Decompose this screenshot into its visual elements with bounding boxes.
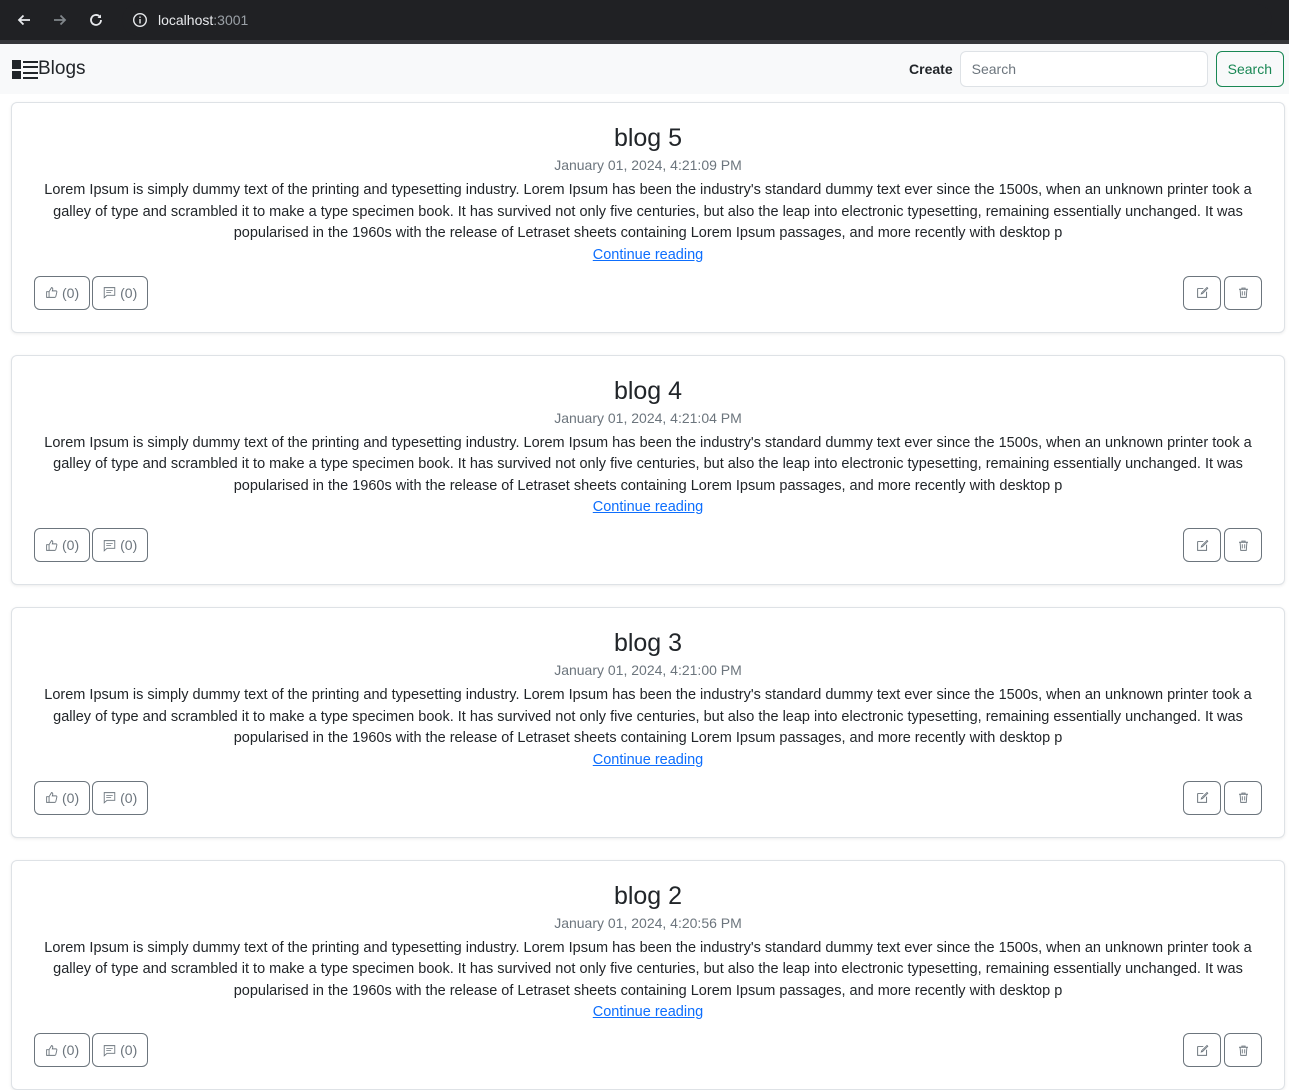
delete-button[interactable]: [1224, 276, 1262, 310]
reaction-buttons: (0) (0): [34, 1033, 148, 1067]
back-button[interactable]: [8, 4, 40, 36]
post-date: January 01, 2024, 4:21:09 PM: [34, 156, 1262, 174]
like-button[interactable]: (0): [34, 276, 90, 310]
comment-count: (0): [120, 285, 137, 301]
comment-count: (0): [120, 790, 137, 806]
edit-icon: [1196, 539, 1209, 552]
reaction-buttons: (0) (0): [34, 528, 148, 562]
post-card: blog 5 January 01, 2024, 4:21:09 PM Lore…: [11, 102, 1285, 333]
browser-toolbar: localhost:3001: [0, 0, 1289, 40]
reload-icon: [88, 12, 104, 28]
continue-reading-link[interactable]: Continue reading: [593, 750, 703, 770]
trash-icon: [1237, 539, 1250, 552]
reaction-buttons: (0) (0): [34, 276, 148, 310]
delete-button[interactable]: [1224, 528, 1262, 562]
reaction-buttons: (0) (0): [34, 781, 148, 815]
continue-reading-link[interactable]: Continue reading: [593, 245, 703, 265]
url-host: localhost: [158, 12, 213, 28]
edit-icon: [1196, 791, 1209, 804]
comment-button[interactable]: (0): [92, 781, 148, 815]
comment-button[interactable]: (0): [92, 528, 148, 562]
post-card: blog 4 January 01, 2024, 4:21:04 PM Lore…: [11, 355, 1285, 586]
like-button[interactable]: (0): [34, 1033, 90, 1067]
comment-count: (0): [120, 537, 137, 553]
post-excerpt: Lorem Ipsum is simply dummy text of the …: [34, 180, 1262, 245]
info-icon[interactable]: [132, 12, 148, 28]
forward-button[interactable]: [44, 4, 76, 36]
like-count: (0): [62, 790, 79, 806]
trash-icon: [1237, 286, 1250, 299]
edit-button[interactable]: [1183, 276, 1221, 310]
post-card: blog 3 January 01, 2024, 4:21:00 PM Lore…: [11, 607, 1285, 838]
edit-button[interactable]: [1183, 528, 1221, 562]
edit-icon: [1196, 1044, 1209, 1057]
thumbs-up-icon: [45, 1044, 58, 1057]
brand-link[interactable]: Blogs: [12, 58, 86, 80]
delete-button[interactable]: [1224, 1033, 1262, 1067]
thumbs-up-icon: [45, 791, 58, 804]
post-date: January 01, 2024, 4:21:00 PM: [34, 661, 1262, 679]
post-excerpt: Lorem Ipsum is simply dummy text of the …: [34, 685, 1262, 750]
continue-reading-link[interactable]: Continue reading: [593, 497, 703, 517]
post-card: blog 2 January 01, 2024, 4:20:56 PM Lore…: [11, 860, 1285, 1090]
address-bar[interactable]: localhost:3001: [122, 4, 1272, 36]
continue-reading-link[interactable]: Continue reading: [593, 1002, 703, 1022]
post-date: January 01, 2024, 4:20:56 PM: [34, 914, 1262, 932]
post-list: blog 5 January 01, 2024, 4:21:09 PM Lore…: [0, 94, 1289, 1090]
comment-icon: [103, 286, 116, 299]
edit-icon: [1196, 286, 1209, 299]
manage-buttons: [1183, 1033, 1262, 1067]
comment-icon: [103, 791, 116, 804]
forward-icon: [52, 12, 68, 28]
comment-button[interactable]: (0): [92, 276, 148, 310]
manage-buttons: [1183, 781, 1262, 815]
like-count: (0): [62, 537, 79, 553]
search-button[interactable]: Search: [1216, 51, 1284, 87]
post-actions: (0) (0): [34, 276, 1262, 310]
back-icon: [16, 12, 32, 28]
post-actions: (0) (0): [34, 781, 1262, 815]
comment-count: (0): [120, 1042, 137, 1058]
comment-button[interactable]: (0): [92, 1033, 148, 1067]
thumbs-up-icon: [45, 286, 58, 299]
reload-button[interactable]: [80, 4, 112, 36]
post-title: blog 2: [34, 881, 1262, 911]
trash-icon: [1237, 791, 1250, 804]
post-date: January 01, 2024, 4:21:04 PM: [34, 409, 1262, 427]
comment-icon: [103, 1044, 116, 1057]
like-count: (0): [62, 1042, 79, 1058]
delete-button[interactable]: [1224, 781, 1262, 815]
list-icon: [12, 58, 38, 80]
post-title: blog 4: [34, 376, 1262, 406]
like-count: (0): [62, 285, 79, 301]
manage-buttons: [1183, 528, 1262, 562]
edit-button[interactable]: [1183, 1033, 1221, 1067]
search-input[interactable]: [960, 51, 1208, 87]
app-navbar: Blogs Create Search: [0, 44, 1289, 94]
like-button[interactable]: (0): [34, 781, 90, 815]
url-port: :3001: [213, 12, 248, 28]
trash-icon: [1237, 1044, 1250, 1057]
thumbs-up-icon: [45, 539, 58, 552]
post-title: blog 3: [34, 628, 1262, 658]
like-button[interactable]: (0): [34, 528, 90, 562]
edit-button[interactable]: [1183, 781, 1221, 815]
post-actions: (0) (0): [34, 1033, 1262, 1067]
comment-icon: [103, 539, 116, 552]
post-actions: (0) (0): [34, 528, 1262, 562]
post-excerpt: Lorem Ipsum is simply dummy text of the …: [34, 938, 1262, 1003]
manage-buttons: [1183, 276, 1262, 310]
post-title: blog 5: [34, 123, 1262, 153]
create-link[interactable]: Create: [909, 61, 953, 77]
post-excerpt: Lorem Ipsum is simply dummy text of the …: [34, 433, 1262, 498]
brand-title: Blogs: [38, 58, 86, 80]
